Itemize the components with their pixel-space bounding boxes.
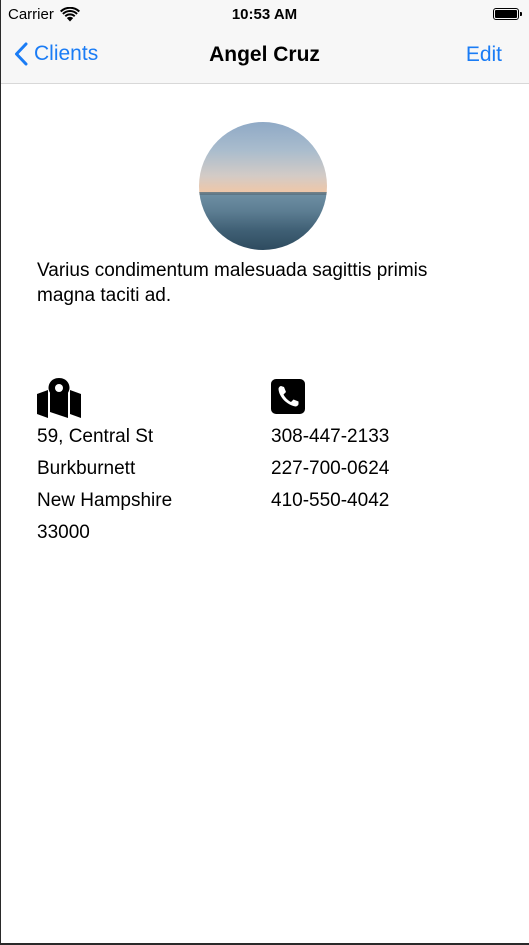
page-title: Angel Cruz xyxy=(209,43,320,66)
address-state: New Hampshire xyxy=(37,490,173,511)
battery-icon xyxy=(493,8,522,20)
screen-border-left xyxy=(0,0,1,945)
phone-number-3[interactable]: 410-550-4042 xyxy=(271,489,389,513)
address-city: Burkburnett xyxy=(37,458,136,479)
status-bar: Carrier 10:53 AM xyxy=(0,0,529,30)
phone-icon xyxy=(271,379,305,414)
status-time: 10:53 AM xyxy=(231,6,298,23)
address-zip: 33000 xyxy=(37,522,90,543)
phone-number-2[interactable]: 227-700-0624 xyxy=(271,457,389,481)
avatar-horizon xyxy=(199,192,327,196)
phone-number-1[interactable]: 308-447-2133 xyxy=(271,425,389,449)
client-bio: Varius condimentum malesuada sagittis pr… xyxy=(37,260,428,306)
navigation-bar: Clients Angel Cruz Edit xyxy=(0,30,529,84)
map-marker-icon xyxy=(37,378,81,418)
edit-button[interactable]: Edit xyxy=(466,43,502,67)
avatar xyxy=(199,122,327,250)
address-street: 59, Central St xyxy=(37,426,154,447)
